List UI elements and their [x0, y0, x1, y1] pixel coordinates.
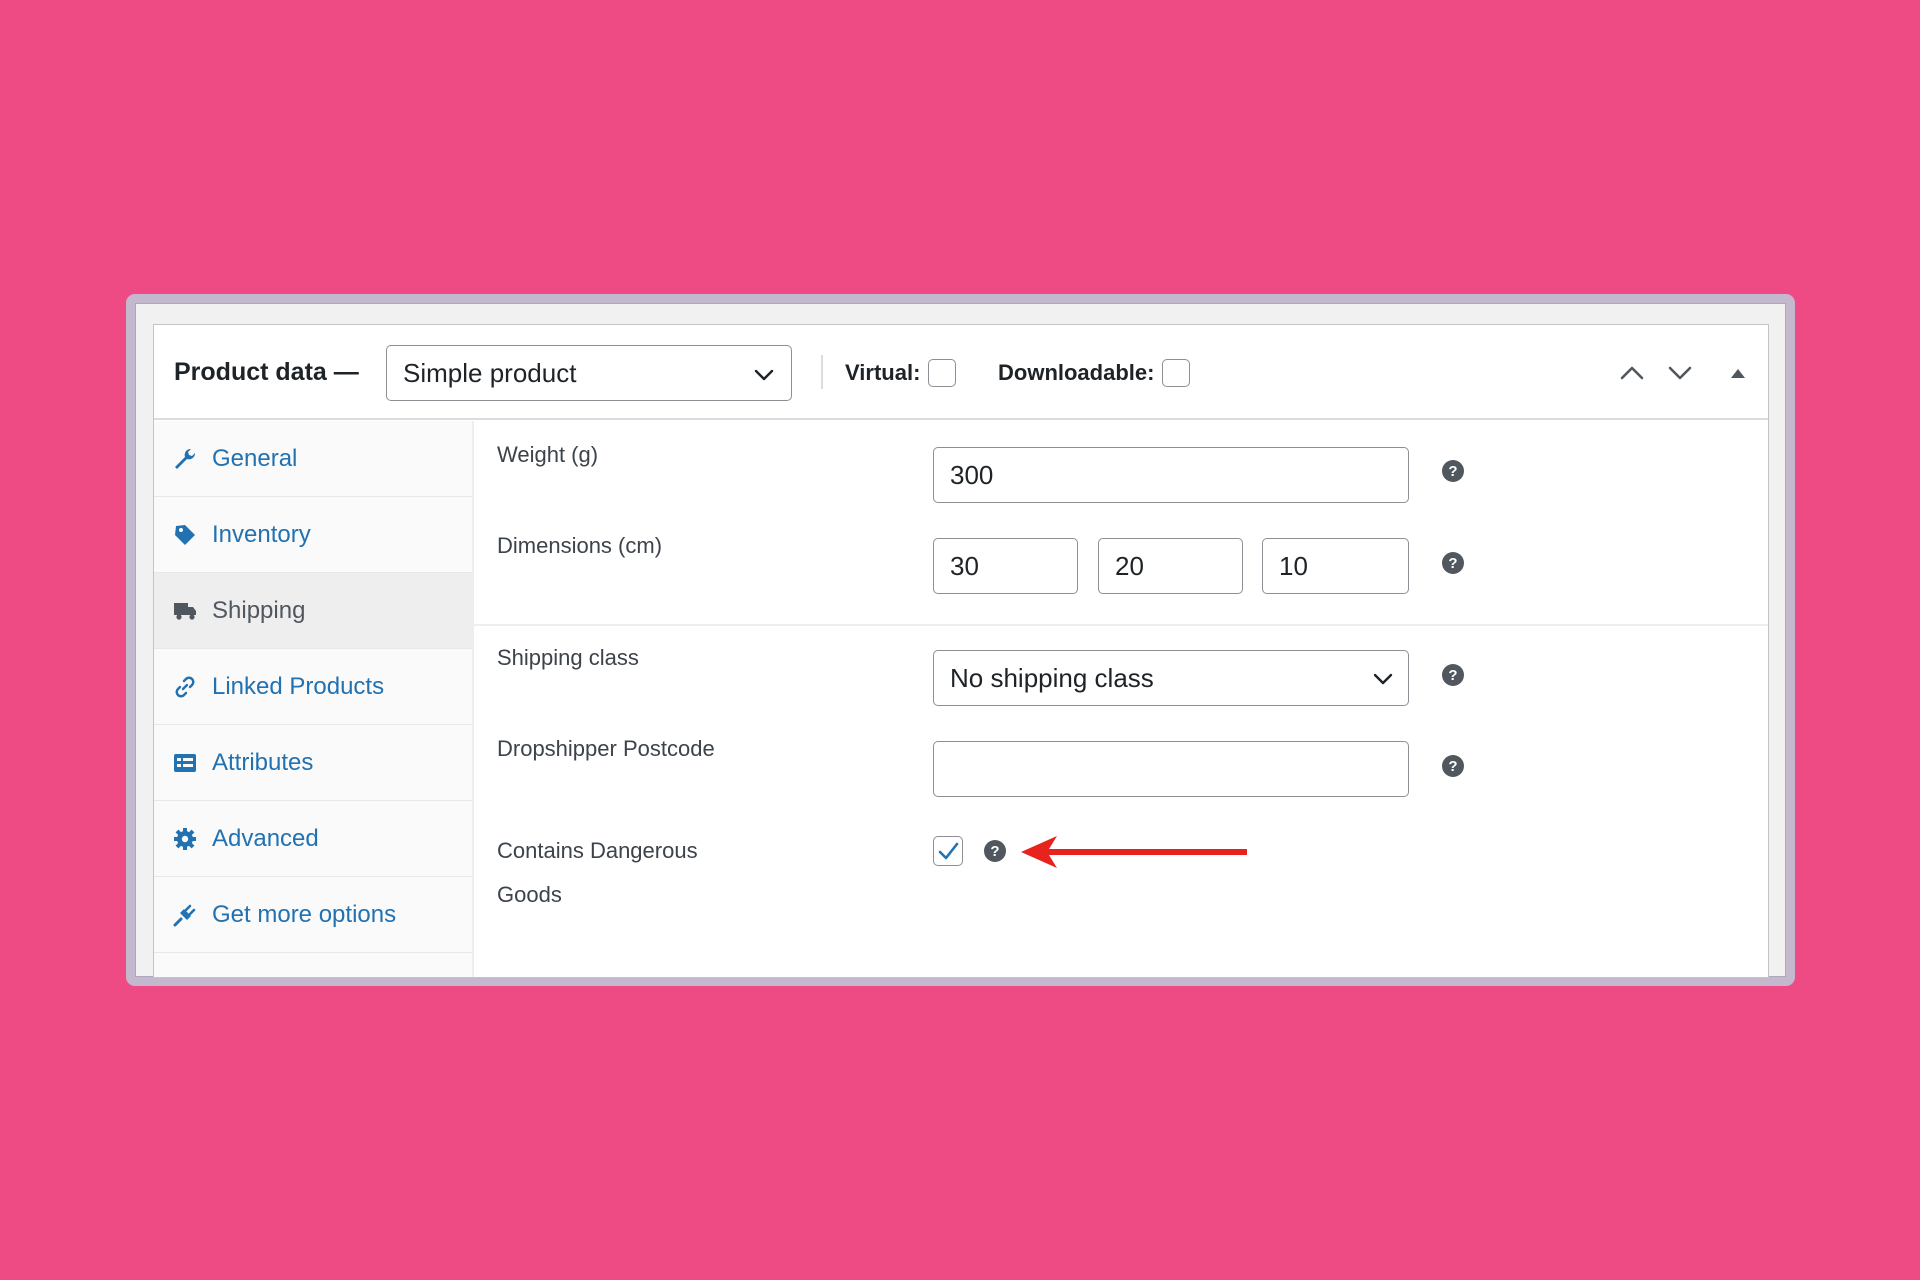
section-divider — [474, 624, 1768, 626]
svg-text:?: ? — [1448, 758, 1457, 775]
shipping-class-value: No shipping class — [950, 662, 1154, 693]
move-up-icon[interactable] — [1614, 355, 1650, 391]
tab-shipping[interactable]: Shipping — [154, 573, 472, 649]
dangerous-goods-checkbox[interactable] — [933, 836, 963, 866]
length-value: 30 — [950, 550, 979, 581]
product-data-panel: Product data — Simple product Virtual: D… — [153, 324, 1769, 978]
help-icon[interactable]: ? — [983, 839, 1007, 863]
height-input[interactable]: 10 — [1262, 538, 1409, 594]
link-icon — [175, 676, 195, 697]
tab-label: Attributes — [212, 748, 314, 776]
truck-icon — [174, 602, 196, 620]
chevron-down-icon — [1373, 673, 1393, 685]
header-separator — [821, 355, 823, 389]
tab-label: General — [212, 444, 298, 472]
plugin-icon — [173, 904, 196, 926]
weight-input[interactable]: 300 — [933, 447, 1409, 503]
panel-header: Product data — Simple product Virtual: D… — [154, 325, 1768, 420]
panel-title: Product data — — [174, 358, 359, 386]
tab-advanced[interactable]: Advanced — [154, 801, 472, 877]
width-input[interactable]: 20 — [1098, 538, 1243, 594]
downloadable-label: Downloadable: — [998, 359, 1155, 385]
dangerous-goods-label-line2: Goods — [497, 882, 562, 907]
dangerous-goods-label-line1: Contains Dangerous — [497, 838, 698, 863]
shipping-class-label: Shipping class — [497, 645, 639, 670]
tab-label: Linked Products — [212, 672, 385, 700]
tab-inventory[interactable]: Inventory — [154, 497, 472, 573]
tab-linked-products[interactable]: Linked Products — [154, 649, 472, 725]
dropshipper-postcode-label: Dropshipper Postcode — [497, 736, 715, 761]
downloadable-checkbox[interactable] — [1162, 358, 1191, 387]
tab-general[interactable]: General — [154, 421, 472, 497]
virtual-checkbox[interactable] — [928, 358, 957, 387]
help-icon[interactable]: ? — [1441, 663, 1465, 687]
shipping-panel: Weight (g) 300 ? Dimensions (cm) 30 20 1… — [474, 421, 1768, 977]
annotation-arrow-icon — [1021, 836, 1247, 868]
product-type-value: Simple product — [403, 357, 577, 388]
collapse-toggle-icon[interactable] — [1720, 355, 1756, 391]
height-value: 10 — [1279, 550, 1308, 581]
length-input[interactable]: 30 — [933, 538, 1078, 594]
dimensions-label: Dimensions (cm) — [497, 533, 663, 558]
svg-text:?: ? — [1448, 667, 1457, 684]
tab-label: Advanced — [212, 824, 319, 852]
checkmark-icon — [938, 842, 959, 860]
tab-attributes[interactable]: Attributes — [154, 725, 472, 801]
width-value: 20 — [1115, 550, 1144, 581]
weight-value: 300 — [950, 459, 994, 490]
help-icon[interactable]: ? — [1441, 459, 1465, 483]
svg-text:?: ? — [990, 843, 999, 860]
downloadable-option: Downloadable: — [998, 325, 1191, 420]
chevron-down-icon — [754, 369, 774, 381]
help-icon[interactable]: ? — [1441, 754, 1465, 778]
shipping-class-select[interactable]: No shipping class — [933, 650, 1409, 706]
help-icon[interactable]: ? — [1441, 551, 1465, 575]
gear-icon — [174, 827, 196, 850]
svg-text:?: ? — [1448, 463, 1457, 480]
dropshipper-postcode-input[interactable] — [933, 741, 1409, 797]
tab-label: Get more options — [212, 900, 397, 928]
tab-label: Shipping — [212, 596, 306, 624]
virtual-label: Virtual: — [845, 359, 921, 385]
tab-label: Inventory — [212, 520, 311, 548]
tab-get-more-options[interactable]: Get more options — [154, 877, 472, 953]
virtual-option: Virtual: — [845, 325, 957, 420]
move-down-icon[interactable] — [1662, 355, 1698, 391]
svg-text:?: ? — [1448, 555, 1457, 572]
panel-title-group: Product data — — [174, 325, 359, 420]
wrench-icon — [175, 448, 196, 469]
tag-icon — [175, 524, 195, 545]
product-data-tabs: General Inventory Shipping Linked Produc… — [154, 421, 474, 977]
list-icon — [174, 753, 196, 772]
product-type-select[interactable]: Simple product — [386, 345, 792, 401]
weight-label: Weight (g) — [497, 442, 599, 467]
